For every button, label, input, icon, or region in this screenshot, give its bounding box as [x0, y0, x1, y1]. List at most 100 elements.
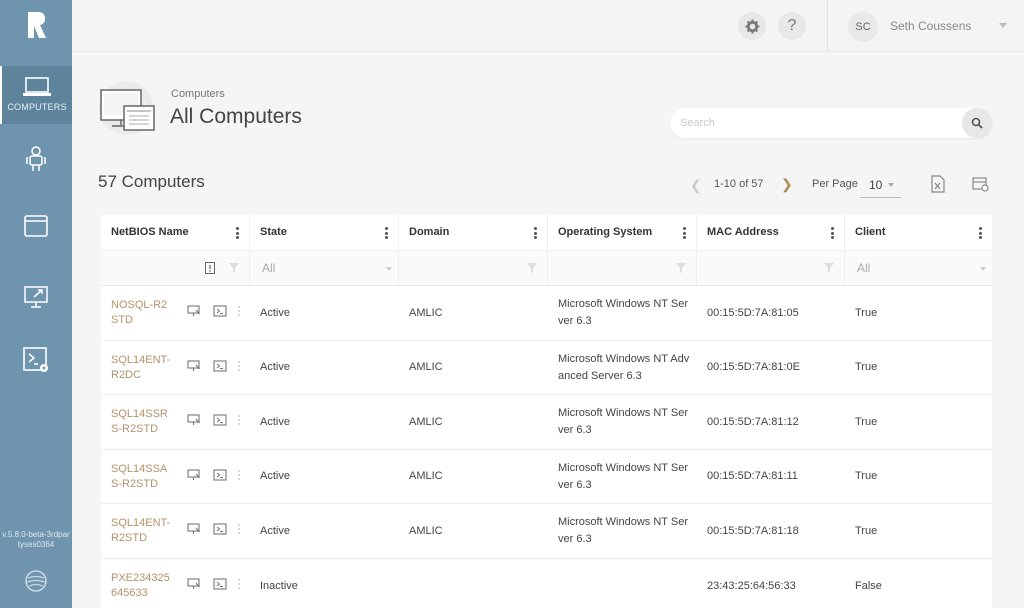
column-header-os[interactable]: Operating System: [548, 215, 697, 251]
row-menu-icon[interactable]: [238, 306, 240, 318]
sidebar-item-computers[interactable]: COMPUTERS: [0, 66, 72, 124]
remote-control-icon[interactable]: [187, 523, 201, 535]
column-menu-icon[interactable]: [236, 227, 239, 239]
cell-netbios: SQL14SSRS-R2STD: [101, 395, 250, 449]
chevron-down-icon[interactable]: [999, 23, 1007, 28]
column-header-state[interactable]: State: [250, 215, 399, 251]
table-row[interactable]: PXE234325645633 Inactive 23:43:25:64:56:: [101, 559, 992, 608]
version-label: v.5.8.0-beta-3rdpartyses0364: [2, 530, 70, 549]
search-input[interactable]: [680, 115, 950, 131]
column-menu-icon[interactable]: [683, 227, 686, 239]
row-menu-icon[interactable]: [238, 360, 240, 373]
remote-control-icon[interactable]: [187, 414, 201, 426]
cell-os: Microsoft Windows NT Server 6.3: [548, 450, 697, 504]
cell-os: Microsoft Windows NT Server 6.3: [548, 504, 697, 558]
computer-name-link[interactable]: SQL14SSRS-R2STD: [111, 407, 171, 437]
column-menu-icon[interactable]: [534, 227, 537, 239]
column-settings-icon[interactable]: [972, 175, 990, 193]
computer-name-link[interactable]: SQL14SSAS-R2STD: [111, 462, 171, 492]
powershell-icon[interactable]: [213, 523, 227, 535]
settings-button[interactable]: [738, 12, 766, 40]
row-menu-icon[interactable]: [238, 415, 240, 427]
filter-toggle-icon[interactable]: [205, 262, 215, 274]
export-excel-icon[interactable]: [929, 175, 947, 193]
computer-name-link[interactable]: PXE234325645633: [111, 571, 171, 601]
top-bar: ? SC Seth Coussens: [72, 0, 1024, 52]
user-name[interactable]: Seth Coussens: [890, 19, 971, 33]
cell-mac: 00:15:5D:7A:81:05: [707, 306, 799, 319]
column-menu-icon[interactable]: [979, 227, 982, 239]
table-row[interactable]: SQL14ENT-R2STD Active AMLIC Microsoft Wi…: [101, 504, 992, 559]
cell-state: Active: [260, 415, 290, 428]
cell-os: [548, 559, 697, 608]
os-text: Microsoft Windows NT Advanced Server 6.3: [558, 352, 690, 382]
computers-table: NetBIOS Name State Domain Operating Syst…: [101, 215, 992, 608]
search-button[interactable]: [962, 108, 992, 138]
column-header-client[interactable]: Client: [845, 215, 992, 251]
previous-page-button[interactable]: ❮: [690, 177, 702, 194]
column-header-label: NetBIOS Name: [111, 226, 189, 238]
row-menu-icon[interactable]: [238, 524, 240, 536]
column-menu-icon[interactable]: [831, 227, 834, 239]
column-header-netbios[interactable]: NetBIOS Name: [101, 215, 250, 251]
filter-client-value: All: [857, 261, 871, 275]
cell-client: True: [855, 415, 878, 428]
filter-netbios[interactable]: [101, 251, 250, 286]
table-row[interactable]: SQL14ENT-R2DC Active AMLIC Microsoft Win…: [101, 341, 992, 396]
powershell-icon[interactable]: [213, 578, 227, 590]
filter-os[interactable]: [548, 251, 697, 286]
computer-name-link[interactable]: SQL14ENT-R2STD: [111, 516, 171, 546]
cell-mac: 00:15:5D:7A:81:18: [707, 524, 799, 537]
per-page-label: Per Page: [812, 178, 858, 190]
next-page-button[interactable]: ❯: [781, 176, 793, 193]
table-row[interactable]: SQL14SSRS-R2STD Active AMLIC Microsoft W…: [101, 395, 992, 450]
remote-control-icon[interactable]: [187, 360, 201, 372]
column-header-domain[interactable]: Domain: [399, 215, 548, 251]
sidebar-item-remote[interactable]: [0, 284, 72, 314]
globe-icon: [25, 570, 47, 592]
chevron-down-icon: [980, 267, 986, 271]
filter-state[interactable]: All: [250, 251, 399, 286]
powershell-icon[interactable]: [213, 414, 227, 426]
per-page-select[interactable]: 10: [860, 172, 901, 198]
help-icon: ?: [787, 17, 797, 34]
powershell-icon[interactable]: [213, 360, 227, 372]
sidebar-item-users[interactable]: [0, 146, 72, 176]
sidebar-item-scripts[interactable]: [0, 346, 72, 378]
user-icon: [26, 146, 46, 171]
avatar[interactable]: SC: [848, 12, 878, 42]
row-menu-icon[interactable]: [238, 469, 240, 482]
filter-client[interactable]: All: [845, 251, 992, 286]
cell-os: Microsoft Windows NT Server 6.3: [548, 286, 697, 340]
app-logo[interactable]: [26, 12, 46, 38]
filter-domain[interactable]: [399, 251, 548, 286]
column-header-label: MAC Address: [707, 226, 779, 238]
column-header-mac[interactable]: MAC Address: [697, 215, 845, 251]
topbar-divider: [827, 0, 828, 52]
computer-name-link[interactable]: NOSQL-R2STD: [111, 298, 171, 328]
remote-control-icon[interactable]: [187, 469, 201, 481]
column-header-label: Operating System: [558, 226, 653, 238]
filter-mac[interactable]: [697, 251, 845, 286]
os-text: Microsoft Windows NT Server 6.3: [558, 461, 688, 491]
pagination-range: 1-10 of 57: [714, 178, 764, 190]
remote-control-icon[interactable]: [187, 578, 201, 590]
powershell-icon[interactable]: [213, 469, 227, 481]
table-row[interactable]: NOSQL-R2STD Active AMLIC Microsoft Windo…: [101, 286, 992, 341]
funnel-icon: [676, 263, 686, 273]
powershell-icon[interactable]: [213, 305, 227, 317]
row-menu-icon[interactable]: [238, 579, 240, 591]
cell-os: Microsoft Windows NT Server 6.3: [548, 395, 697, 449]
cell-client: False: [855, 579, 882, 592]
table-row[interactable]: SQL14SSAS-R2STD Active AMLIC Microsoft W…: [101, 450, 992, 505]
sidebar-item-applications[interactable]: [0, 214, 72, 244]
results-count: 57 Computers: [98, 172, 205, 191]
computer-name-link[interactable]: SQL14ENT-R2DC: [111, 353, 171, 383]
cell-os: Microsoft Windows NT Advanced Server 6.3: [548, 341, 697, 395]
gear-icon: [744, 18, 760, 34]
remote-control-icon[interactable]: [187, 305, 201, 317]
cell-netbios: SQL14ENT-R2DC: [101, 341, 250, 395]
help-button[interactable]: ?: [778, 12, 806, 40]
column-menu-icon[interactable]: [385, 227, 388, 239]
breadcrumb[interactable]: Computers: [171, 88, 225, 100]
